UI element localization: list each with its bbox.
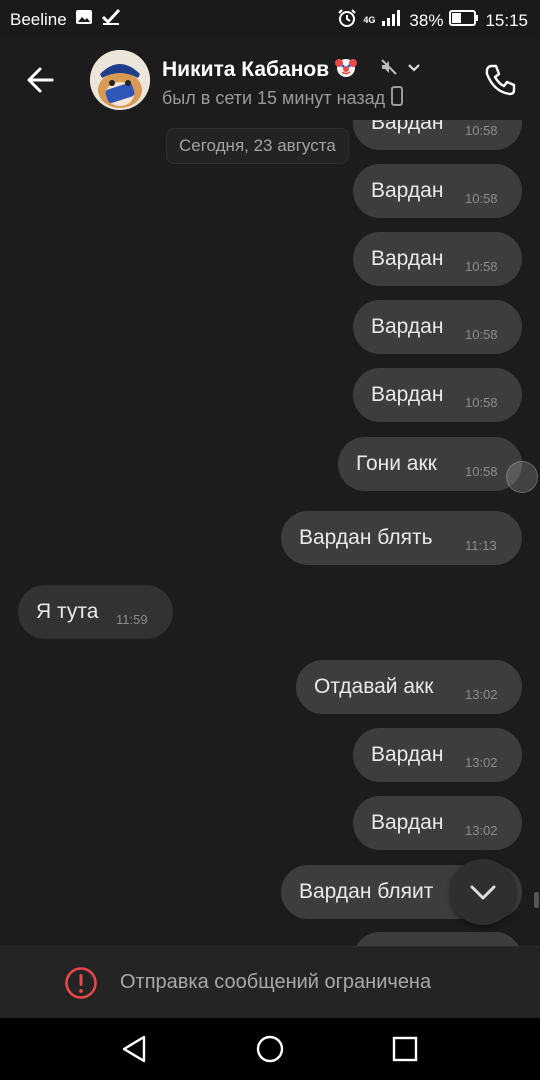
chevron-down-icon xyxy=(470,885,496,900)
message-bubble[interactable]: Вардан 13:02 xyxy=(353,796,522,850)
message-bubble[interactable]: Отдавай акк 13:02 xyxy=(296,660,522,714)
chevron-down-icon[interactable] xyxy=(405,58,423,82)
chat-header: Никита Кабанов был в сети 15 минут назад xyxy=(0,36,540,120)
messaging-restricted-bar: Отправка сообщений ограничена xyxy=(0,946,540,1018)
message-text: Вардан бляит xyxy=(299,880,434,903)
message-bubble[interactable]: Вардан 10:58 xyxy=(353,164,522,218)
message-text: Гони акк xyxy=(356,452,437,475)
restricted-text: Отправка сообщений ограничена xyxy=(120,971,432,993)
muted-speaker-icon xyxy=(379,57,399,83)
signal-icon xyxy=(381,9,403,32)
contact-name: Никита Кабанов xyxy=(162,58,330,81)
status-left: Beeline xyxy=(10,8,121,31)
message-time: 10:58 xyxy=(465,327,498,342)
date-separator: Сегодня, 23 августа xyxy=(166,128,349,164)
message-bubble[interactable]: Вардан 10:58 xyxy=(353,120,522,150)
message-time: 10:58 xyxy=(465,395,498,410)
clown-emoji-icon xyxy=(335,56,358,84)
carrier-label: Beeline xyxy=(10,9,67,29)
avatar[interactable] xyxy=(90,50,150,110)
message-time: 11:59 xyxy=(116,612,148,627)
alarm-icon xyxy=(337,8,357,33)
message-text: Отдавай акк xyxy=(314,675,434,698)
message-bubble[interactable]: Вардан 10:58 xyxy=(353,300,522,354)
hamster-avatar-image xyxy=(90,50,150,110)
system-navigation-bar xyxy=(0,1018,540,1080)
message-bubble[interactable]: Вардан 10:58 xyxy=(353,232,522,286)
scrollbar[interactable] xyxy=(534,892,539,908)
message-time: 13:02 xyxy=(465,687,498,702)
contact-title[interactable]: Никита Кабанов xyxy=(162,56,423,84)
message-bubble-incoming[interactable]: Я тута 11:59 xyxy=(18,585,173,639)
status-bar: Beeline 4G 38% 15:15 xyxy=(0,0,540,36)
scroll-down-button[interactable] xyxy=(450,859,516,925)
message-time: 10:58 xyxy=(465,191,498,206)
message-bubble[interactable] xyxy=(353,932,522,946)
message-list[interactable]: Сегодня, 23 августа Вардан 10:58 Вардан … xyxy=(0,120,540,946)
mobile-device-icon xyxy=(391,86,404,111)
circle-home-icon xyxy=(256,1035,284,1063)
nav-recents-button[interactable] xyxy=(388,1032,422,1066)
alert-icon xyxy=(64,966,98,1000)
square-recents-icon xyxy=(392,1036,418,1062)
message-bubble[interactable]: Гони акк 10:58 xyxy=(338,437,522,491)
message-time: 11:13 xyxy=(465,538,497,553)
message-time: 10:58 xyxy=(465,259,498,274)
message-text: Вардан xyxy=(371,315,444,338)
status-right: 4G 38% 15:15 xyxy=(337,8,528,33)
message-text: Вардан xyxy=(371,247,444,270)
call-button[interactable] xyxy=(480,60,520,100)
nav-home-button[interactable] xyxy=(253,1032,287,1066)
network-type: 4G xyxy=(363,15,376,25)
message-time: 10:58 xyxy=(465,123,498,138)
arrow-left-icon xyxy=(27,67,54,93)
contact-status: был в сети 15 минут назад xyxy=(162,86,404,111)
message-text: Вардан xyxy=(371,743,444,766)
message-time: 13:02 xyxy=(465,823,498,838)
nav-back-button[interactable] xyxy=(118,1032,152,1066)
back-button[interactable] xyxy=(22,60,62,100)
check-icon xyxy=(101,8,121,31)
message-text: Вардан xyxy=(371,811,444,834)
battery-percent: 38% xyxy=(409,10,444,30)
image-icon xyxy=(75,8,93,31)
message-text: Я тута xyxy=(36,600,99,623)
message-text: Вардан xyxy=(371,179,444,202)
last-seen-text: был в сети 15 минут назад xyxy=(162,88,386,108)
message-text: Вардан xyxy=(371,120,444,134)
triangle-back-icon xyxy=(122,1035,146,1063)
clock: 15:15 xyxy=(485,10,528,30)
battery-icon xyxy=(449,10,479,31)
message-text: Вардан xyxy=(371,383,444,406)
message-time: 10:58 xyxy=(465,464,498,479)
message-bubble[interactable]: Вардан блять 11:13 xyxy=(281,511,522,565)
message-bubble[interactable]: Вардан 13:02 xyxy=(353,728,522,782)
phone-icon xyxy=(485,64,516,96)
touch-indicator xyxy=(506,461,538,493)
message-time: 13:02 xyxy=(465,755,498,770)
message-text: Вардан блять xyxy=(299,526,433,549)
message-bubble[interactable]: Вардан 10:58 xyxy=(353,368,522,422)
